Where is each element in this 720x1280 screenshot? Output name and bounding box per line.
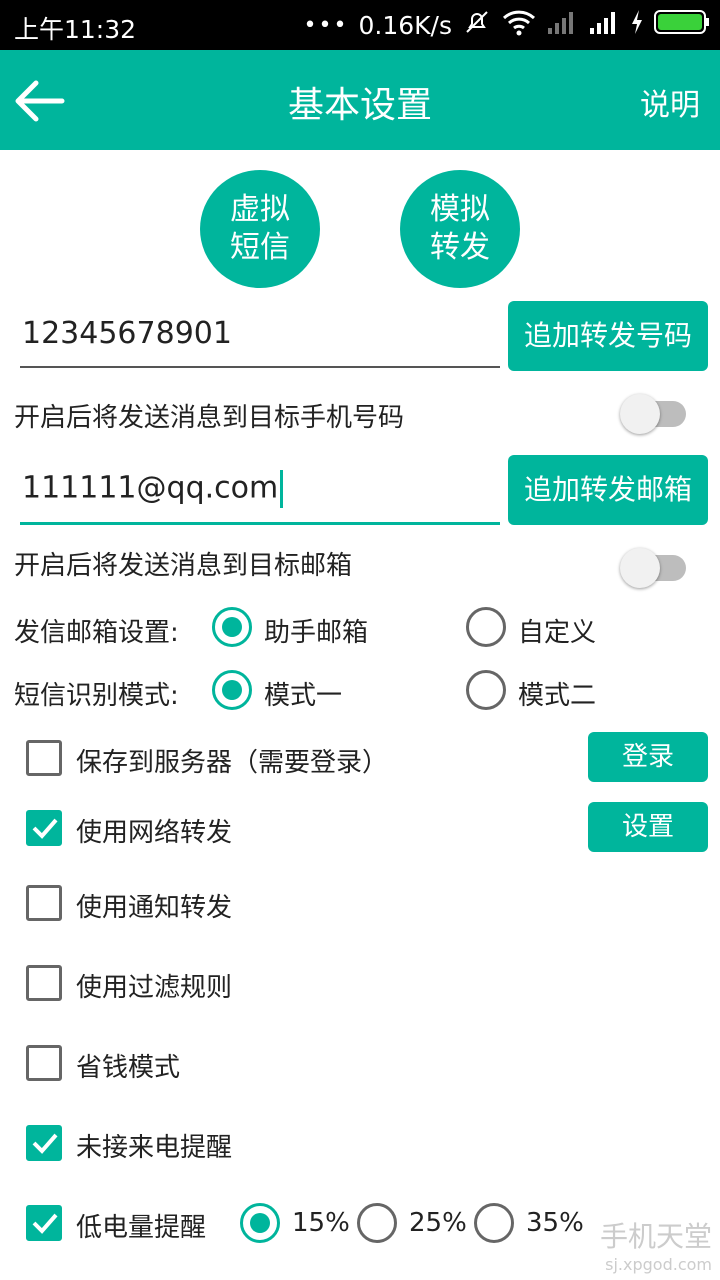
email-toggle[interactable] — [620, 548, 688, 588]
custom-mailbox-label[interactable]: 自定义 — [518, 612, 596, 649]
page-title: 基本设置 — [287, 85, 432, 126]
checkbox-missed-call[interactable] — [26, 1125, 62, 1161]
sender-mailbox-label: 发信邮箱设置: — [14, 618, 179, 648]
phone-toggle-label: 开启后将发送消息到目标手机号码 — [14, 403, 405, 433]
phone-toggle-knob — [620, 394, 660, 434]
add-phone-button[interactable]: 追加转发号码 — [508, 301, 708, 371]
email-toggle-knob — [620, 548, 660, 588]
battery-15-label[interactable]: 15% — [292, 1208, 350, 1238]
signal-icon — [588, 8, 620, 42]
mode-two-label[interactable]: 模式二 — [518, 675, 596, 712]
charging-icon — [630, 9, 644, 41]
checkbox-save-server[interactable] — [26, 740, 62, 776]
add-email-button[interactable]: 追加转发邮箱 — [508, 455, 708, 525]
checkbox-notify-forward[interactable] — [26, 885, 62, 921]
radio-battery-35[interactable] — [474, 1203, 514, 1243]
app-bar: 基本设置 说明 — [0, 50, 720, 150]
email-input-underline — [20, 522, 500, 525]
checkbox-low-battery[interactable] — [26, 1205, 62, 1241]
watermark-brand: 手机天堂 — [599, 1220, 712, 1253]
sms-mode-label: 短信识别模式: — [14, 681, 179, 711]
status-icons: ••• 0.16K/s — [304, 8, 710, 42]
watermark: 手机天堂 sj.xpgod.com — [600, 1215, 712, 1274]
radio-mode-two[interactable] — [466, 670, 506, 710]
save-money-label[interactable]: 省钱模式 — [76, 1047, 180, 1084]
checkmark-icon — [32, 818, 58, 839]
signal-empty-icon — [546, 8, 578, 42]
network-settings-button[interactable]: 设置 — [588, 802, 708, 852]
filter-rules-label[interactable]: 使用过滤规则 — [76, 967, 232, 1004]
email-input[interactable]: 111111@qq.com — [20, 470, 500, 526]
simulate-forward-line2: 转发 — [430, 230, 490, 265]
save-server-label[interactable]: 保存到服务器（需要登录） — [76, 742, 388, 779]
more-dots-icon: ••• — [303, 12, 349, 38]
low-battery-label[interactable]: 低电量提醒 — [76, 1207, 206, 1244]
help-button[interactable]: 说明 — [640, 80, 700, 124]
phone-toggle[interactable] — [620, 394, 688, 434]
mode-one-label[interactable]: 模式一 — [264, 675, 342, 712]
login-button[interactable]: 登录 — [588, 732, 708, 782]
checkbox-network-forward[interactable] — [26, 810, 62, 846]
email-value: 111111@qq.com — [22, 470, 279, 506]
phone-number-value: 12345678901 — [22, 316, 232, 351]
assistant-mailbox-label[interactable]: 助手邮箱 — [264, 612, 368, 649]
radio-mode-one[interactable] — [212, 670, 252, 710]
network-speed: 0.16K/s — [358, 10, 452, 40]
checkmark-icon — [32, 1213, 58, 1234]
text-cursor — [280, 470, 284, 508]
radio-battery-25[interactable] — [357, 1203, 397, 1243]
network-forward-label[interactable]: 使用网络转发 — [76, 812, 232, 849]
radio-custom-mailbox[interactable] — [466, 607, 506, 647]
checkbox-filter-rules[interactable] — [26, 965, 62, 1001]
phone-number-input[interactable]: 12345678901 — [20, 316, 500, 370]
missed-call-label[interactable]: 未接来电提醒 — [76, 1127, 232, 1164]
wifi-icon — [502, 8, 536, 42]
mute-icon — [462, 7, 492, 43]
virtual-sms-line2: 短信 — [230, 230, 290, 265]
radio-assistant-mailbox[interactable] — [212, 607, 252, 647]
notify-forward-label[interactable]: 使用通知转发 — [76, 887, 232, 924]
checkbox-save-money[interactable] — [26, 1045, 62, 1081]
battery-icon — [654, 9, 710, 41]
simulate-forward-line1: 模拟 — [430, 192, 490, 227]
phone-input-underline — [20, 366, 500, 368]
email-toggle-label: 开启后将发送消息到目标邮箱 — [14, 551, 353, 581]
battery-25-label[interactable]: 25% — [409, 1208, 467, 1238]
battery-35-label[interactable]: 35% — [526, 1208, 584, 1238]
radio-battery-15[interactable] — [240, 1203, 280, 1243]
watermark-url: sj.xpgod.com — [605, 1255, 712, 1274]
virtual-sms-line1: 虚拟 — [230, 192, 290, 227]
checkmark-icon — [32, 1133, 58, 1154]
status-time: 上午11:32 — [14, 15, 137, 44]
virtual-sms-button[interactable]: 虚拟 短信 — [200, 170, 320, 288]
simulate-forward-button[interactable]: 模拟 转发 — [400, 170, 520, 288]
status-bar: 上午11:32 ••• 0.16K/s — [0, 0, 720, 50]
